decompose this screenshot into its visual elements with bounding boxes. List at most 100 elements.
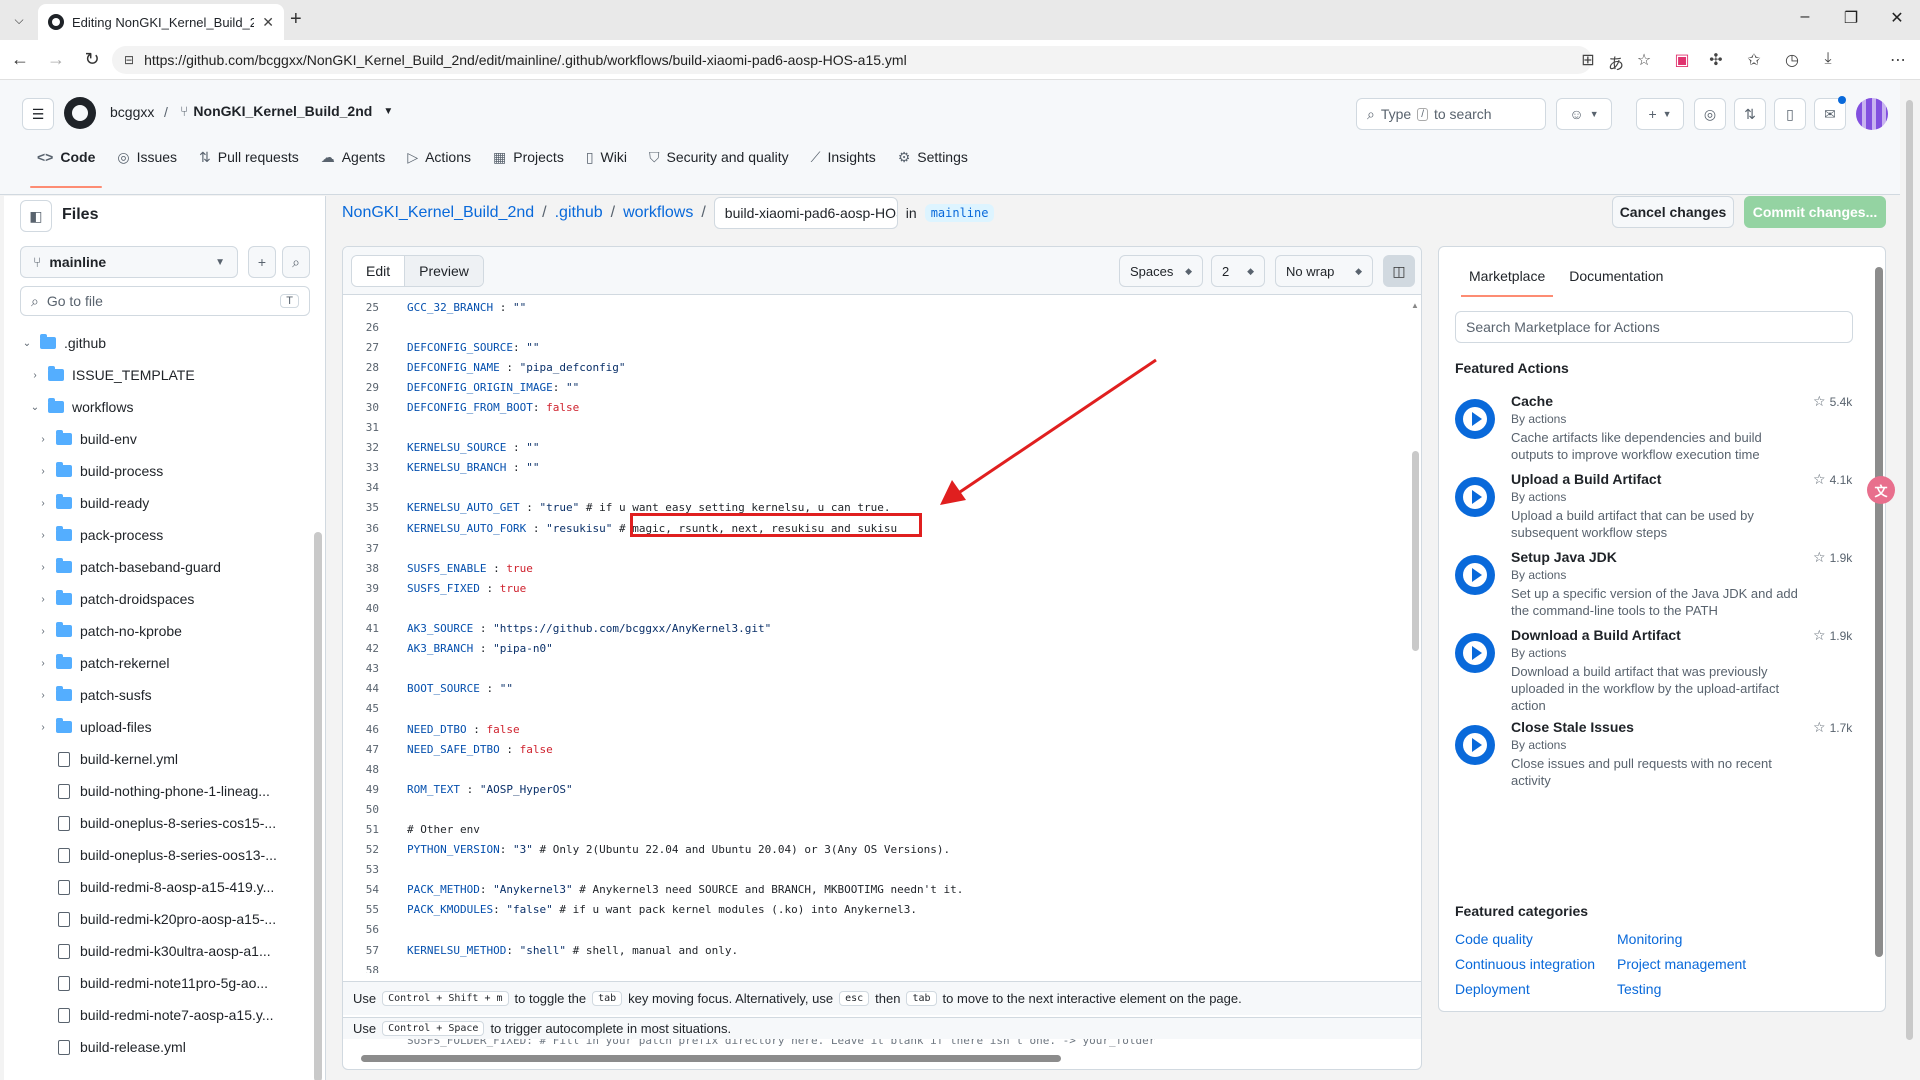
- tab-code[interactable]: <> Code: [26, 140, 106, 188]
- github-logo-icon[interactable]: [64, 97, 96, 129]
- category-link[interactable]: Project management: [1617, 956, 1746, 972]
- action-name[interactable]: Cache: [1511, 393, 1553, 409]
- download-icon[interactable]: ⤓: [1816, 50, 1840, 68]
- hamburger-menu-icon[interactable]: ☰: [22, 98, 54, 130]
- tab-wiki[interactable]: ▯ Wiki: [575, 140, 638, 174]
- reload-icon[interactable]: ↻: [80, 49, 104, 70]
- tree-folder[interactable]: › ISSUE_TEMPLATE: [20, 359, 310, 391]
- issues-icon[interactable]: ◎: [1694, 98, 1726, 130]
- history-icon[interactable]: ◷: [1780, 50, 1804, 70]
- tree-folder[interactable]: › build-process: [20, 455, 310, 487]
- pull-requests-icon[interactable]: ⇅: [1734, 98, 1766, 130]
- category-link[interactable]: Monitoring: [1617, 931, 1682, 947]
- indent-mode-select[interactable]: Spaces ◆: [1119, 255, 1203, 287]
- code-line[interactable]: 27 DEFCONFIG_SOURCE: "": [343, 337, 1407, 357]
- minimize-icon[interactable]: –: [1790, 8, 1820, 26]
- go-to-file-input[interactable]: ⌕ Go to file T: [20, 286, 310, 316]
- category-link[interactable]: Testing: [1617, 981, 1661, 997]
- code-line[interactable]: 54 PACK_METHOD: "Anykernel3" # Anykernel3…: [343, 880, 1407, 900]
- tree-file[interactable]: build-oneplus-8-series-oos13-...: [20, 839, 310, 871]
- cancel-changes-button[interactable]: Cancel changes: [1612, 196, 1734, 228]
- code-line[interactable]: 43: [343, 659, 1407, 679]
- code-line[interactable]: 42 AK3_BRANCH : "pipa-n0": [343, 639, 1407, 659]
- code-line[interactable]: 57 KERNELSU_METHOD: "shell" # shell, manu…: [343, 940, 1407, 960]
- code-line[interactable]: 58: [343, 960, 1407, 973]
- code-line[interactable]: 47 NEED_SAFE_DTBO : false: [343, 739, 1407, 759]
- path-github-link[interactable]: .github: [555, 204, 603, 222]
- code-line[interactable]: 49 ROM_TEXT : "AOSP_HyperOS": [343, 779, 1407, 799]
- translate-icon[interactable]: あ: [1604, 50, 1628, 74]
- tab-documentation[interactable]: Documentation: [1561, 259, 1671, 293]
- code-line[interactable]: 46 NEED_DTBO : false: [343, 719, 1407, 739]
- code-line[interactable]: 34: [343, 478, 1407, 498]
- chevron-right-icon[interactable]: ›: [36, 434, 50, 445]
- tree-file[interactable]: build-redmi-k30ultra-aosp-a1...: [20, 935, 310, 967]
- tree-folder[interactable]: ⌄ workflows: [20, 391, 310, 423]
- tab-settings[interactable]: ⚙ Settings: [887, 140, 979, 174]
- chevron-right-icon[interactable]: ›: [36, 594, 50, 605]
- path-workflows-link[interactable]: workflows: [623, 204, 693, 222]
- tree-folder[interactable]: › build-ready: [20, 487, 310, 519]
- tab-security-and-quality[interactable]: ⛉ Security and quality: [638, 140, 800, 174]
- close-window-icon[interactable]: ✕: [1882, 8, 1912, 28]
- code-line[interactable]: 53: [343, 860, 1407, 880]
- branch-selector[interactable]: ⑂ mainline ▼: [20, 246, 238, 278]
- repo-owner-link[interactable]: bcggxx: [110, 104, 154, 120]
- repo-name-link[interactable]: ⑂ NonGKI_Kernel_Build_2nd ▼: [180, 103, 393, 119]
- code-line[interactable]: 39 SUSFS_FIXED : true: [343, 578, 1407, 598]
- tree-file[interactable]: build-redmi-8-aosp-a15-419.y...: [20, 871, 310, 903]
- chevron-right-icon[interactable]: ›: [36, 530, 50, 541]
- chevron-right-icon[interactable]: ›: [36, 562, 50, 573]
- code-lines[interactable]: 25 GCC_32_BRANCH : "" 26 27 DEFCONFIG_SOURCE…: [343, 297, 1407, 973]
- chevron-right-icon[interactable]: ›: [36, 466, 50, 477]
- tree-folder[interactable]: › upload-files: [20, 711, 310, 743]
- toggle-side-panel-icon[interactable]: ◫: [1383, 255, 1415, 287]
- code-line[interactable]: 40: [343, 598, 1407, 618]
- page-scrollbar[interactable]: [1904, 80, 1916, 1080]
- chevron-right-icon[interactable]: ›: [36, 658, 50, 669]
- category-link[interactable]: Deployment: [1455, 981, 1530, 997]
- tree-folder[interactable]: › patch-baseband-guard: [20, 551, 310, 583]
- collapse-sidebar-icon[interactable]: ◧: [20, 200, 52, 232]
- tab-list-chevron-icon[interactable]: ⌵: [6, 8, 32, 32]
- code-line[interactable]: 33 KERNELSU_BRANCH : "": [343, 458, 1407, 478]
- marketplace-scrollbar[interactable]: [1875, 259, 1883, 989]
- horizontal-scroll-thumb[interactable]: [361, 1055, 1061, 1062]
- page-scroll-thumb[interactable]: [1906, 100, 1913, 1040]
- tab-actions[interactable]: ▷ Actions: [396, 140, 482, 174]
- chevron-right-icon[interactable]: ›: [36, 722, 50, 733]
- repo-dropdown-caret-icon[interactable]: ▼: [383, 106, 393, 117]
- create-new-button[interactable]: + ▼: [1636, 98, 1684, 130]
- code-line[interactable]: 32 KERNELSU_SOURCE : "": [343, 438, 1407, 458]
- favorite-star-icon[interactable]: ☆: [1632, 50, 1656, 70]
- tree-folder[interactable]: › patch-rekernel: [20, 647, 310, 679]
- site-info-icon[interactable]: ⊟: [124, 53, 134, 67]
- code-line[interactable]: 50: [343, 799, 1407, 819]
- tree-file[interactable]: build-oneplus-8-series-cos15-...: [20, 807, 310, 839]
- address-bar[interactable]: ⊟ https://github.com/bcggxx/NonGKI_Kerne…: [112, 46, 1592, 74]
- commit-changes-button[interactable]: Commit changes...: [1744, 196, 1886, 228]
- file-tree-scrollbar[interactable]: [314, 532, 322, 1080]
- chevron-right-icon[interactable]: ›: [36, 690, 50, 701]
- code-line[interactable]: 51 # Other env: [343, 819, 1407, 839]
- code-line[interactable]: 37: [343, 538, 1407, 558]
- editor-scroll-thumb[interactable]: [1412, 451, 1419, 651]
- marketplace-scroll-thumb[interactable]: [1875, 267, 1883, 957]
- code-line[interactable]: 52 PYTHON_VERSION: "3" # Only 2(Ubuntu 22…: [343, 840, 1407, 860]
- header-search-input[interactable]: ⌕ Type / to search: [1356, 98, 1546, 130]
- code-line[interactable]: 25 GCC_32_BRANCH : "": [343, 297, 1407, 317]
- path-repo-link[interactable]: NonGKI_Kernel_Build_2nd: [342, 204, 534, 222]
- extensions-puzzle-icon[interactable]: ✣: [1704, 50, 1728, 70]
- tree-folder[interactable]: › pack-process: [20, 519, 310, 551]
- code-line[interactable]: 41 AK3_SOURCE : "https://github.com/bcggx…: [343, 619, 1407, 639]
- tree-file[interactable]: build-release.yml: [20, 1031, 310, 1063]
- tree-folder[interactable]: › build-env: [20, 423, 310, 455]
- repositories-icon[interactable]: ▯: [1774, 98, 1806, 130]
- chevron-down-icon[interactable]: ⌄: [20, 338, 34, 349]
- restore-icon[interactable]: ❐: [1836, 8, 1866, 28]
- filename-input[interactable]: build-xiaomi-pad6-aosp-HOS-a15.yml: [713, 197, 898, 229]
- category-link[interactable]: Code quality: [1455, 931, 1533, 947]
- favorites-icon[interactable]: ✩: [1742, 50, 1766, 70]
- marketplace-search-input[interactable]: Search Marketplace for Actions: [1455, 311, 1853, 343]
- code-line[interactable]: 38 SUSFS_ENABLE : true: [343, 558, 1407, 578]
